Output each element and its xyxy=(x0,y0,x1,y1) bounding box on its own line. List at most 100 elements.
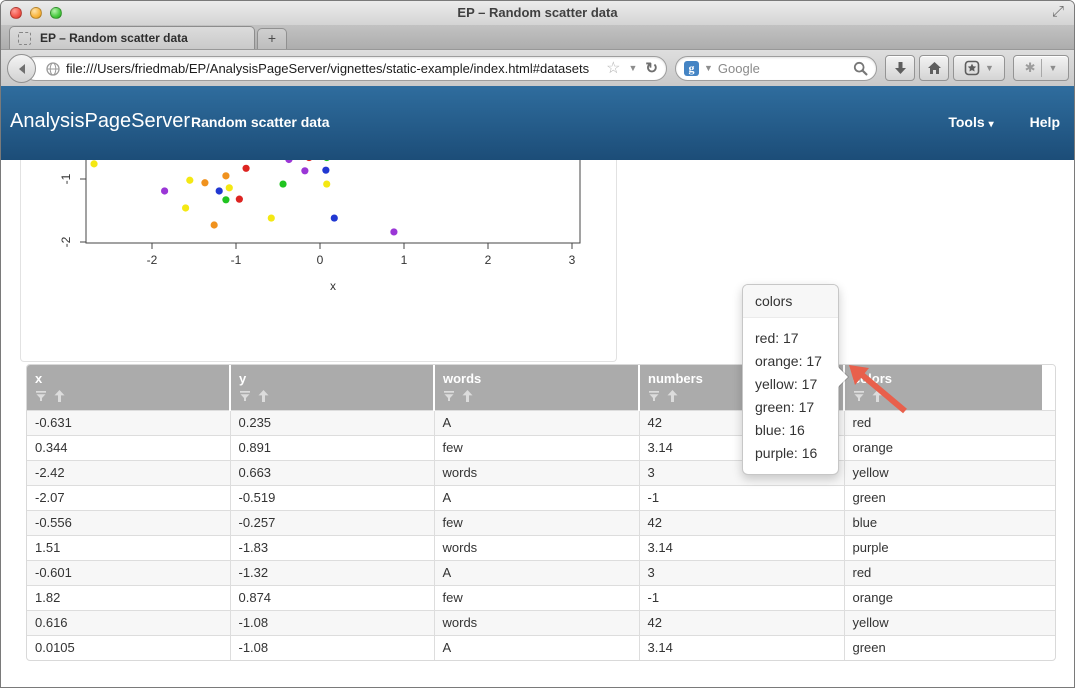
popover-arrow xyxy=(838,367,848,387)
table-row: 0.616-1.08words42yellow xyxy=(27,610,1056,635)
filter-icon[interactable] xyxy=(853,390,865,402)
downloads-button[interactable] xyxy=(885,55,915,81)
back-arrow-icon xyxy=(16,63,28,75)
cell-words: few xyxy=(434,585,639,610)
cell-y: 0.235 xyxy=(230,410,434,435)
table-row: 0.3440.891few3.14orange xyxy=(27,435,1056,460)
sort-icon[interactable] xyxy=(667,390,678,402)
cell-x: 0.0105 xyxy=(27,635,230,660)
cell-x: -0.601 xyxy=(27,560,230,585)
popover-item-yellow: yellow: 17 xyxy=(755,373,826,396)
popover-title: colors xyxy=(743,285,838,318)
sort-icon[interactable] xyxy=(258,390,269,402)
svg-text:3: 3 xyxy=(569,253,576,267)
fullscreen-icon[interactable]: ⤢ xyxy=(1052,3,1064,20)
cell-colors: green xyxy=(844,635,1056,660)
url-bar[interactable]: file:///Users/friedmab/EP/AnalysisPageSe… xyxy=(23,56,667,81)
tools-caret-icon: ▾ xyxy=(989,119,994,130)
cell-words: A xyxy=(434,560,639,585)
addon-icon: ✱ xyxy=(1025,60,1036,76)
cell-x: -2.42 xyxy=(27,460,230,485)
bookmarks-icon xyxy=(964,60,980,76)
reload-icon[interactable]: ↻ xyxy=(645,61,658,76)
google-favicon[interactable]: g xyxy=(684,61,699,76)
cell-colors: yellow xyxy=(844,460,1056,485)
help-link[interactable]: Help xyxy=(1030,114,1060,130)
search-bar[interactable]: g ▼ Google xyxy=(675,56,877,81)
column-header-words[interactable]: words xyxy=(434,365,639,410)
cell-words: words xyxy=(434,460,639,485)
tab-label: EP – Random scatter data xyxy=(40,31,188,45)
browser-window: EP – Random scatter data ⤢ EP – Random s… xyxy=(0,0,1075,688)
search-engine-caret-icon[interactable]: ▼ xyxy=(704,64,713,73)
cell-x: 0.344 xyxy=(27,435,230,460)
cell-x: 0.616 xyxy=(27,610,230,635)
column-header-y[interactable]: y xyxy=(230,365,434,410)
filter-icon[interactable] xyxy=(443,390,455,402)
globe-icon xyxy=(46,62,60,76)
addon-caret-icon[interactable]: ▼ xyxy=(1048,64,1057,73)
tab-favicon-placeholder-icon xyxy=(18,32,31,45)
cell-numbers: -1 xyxy=(639,585,844,610)
tools-menu[interactable]: Tools▾ xyxy=(948,114,993,130)
table-row: -0.601-1.32A3red xyxy=(27,560,1056,585)
svg-text:2: 2 xyxy=(485,253,492,267)
popover-item-purple: purple: 16 xyxy=(755,442,826,465)
new-tab-button[interactable]: + xyxy=(257,28,287,49)
table-row: 1.51-1.83words3.14purple xyxy=(27,535,1056,560)
cell-colors: orange xyxy=(844,435,1056,460)
download-icon xyxy=(894,61,907,75)
cell-y: -1.32 xyxy=(230,560,434,585)
table-row: 0.0105-1.08A3.14green xyxy=(27,635,1056,660)
tab-bar: EP – Random scatter data + xyxy=(1,25,1074,49)
brand-link[interactable]: AnalysisPageServer xyxy=(10,110,190,133)
svg-text:x: x xyxy=(330,279,336,293)
table-row: -2.07-0.519A-1green xyxy=(27,485,1056,510)
cell-y: -0.257 xyxy=(230,510,434,535)
popover-item-blue: blue: 16 xyxy=(755,419,826,442)
colors-popover: colors red: 17orange: 17yellow: 17green:… xyxy=(742,284,839,475)
column-label: x xyxy=(35,371,229,386)
cell-numbers: -1 xyxy=(639,485,844,510)
scatter-plot-panel: -2-10123-1-2x xyxy=(20,160,617,362)
cell-words: A xyxy=(434,635,639,660)
bookmark-star-icon[interactable]: ☆ xyxy=(606,61,620,77)
column-header-x[interactable]: x xyxy=(27,365,230,410)
popover-item-orange: orange: 17 xyxy=(755,350,826,373)
sort-icon[interactable] xyxy=(872,390,883,402)
cell-x: -2.07 xyxy=(27,485,230,510)
addon-button[interactable]: ✱ ▼ xyxy=(1013,55,1069,81)
column-header-colors[interactable]: colors xyxy=(844,365,1042,410)
app-navbar: AnalysisPageServer Random scatter data T… xyxy=(1,86,1074,160)
filter-icon[interactable] xyxy=(239,390,251,402)
cell-words: A xyxy=(434,485,639,510)
column-label: colors xyxy=(853,371,1042,386)
data-table: xywordsnumberscolors -0.6310.235A42red0.… xyxy=(26,364,1056,661)
column-label: y xyxy=(239,371,433,386)
svg-text:-1: -1 xyxy=(59,173,73,184)
cell-numbers: 42 xyxy=(639,510,844,535)
filter-icon[interactable] xyxy=(648,390,660,402)
cell-y: -1.08 xyxy=(230,610,434,635)
bookmarks-menu-button[interactable]: ▼ xyxy=(953,55,1005,81)
url-dropdown-caret-icon[interactable]: ▼ xyxy=(629,64,638,73)
filter-icon[interactable] xyxy=(35,390,47,402)
tab-ep-random-scatter-data[interactable]: EP – Random scatter data xyxy=(9,26,255,49)
search-icon[interactable] xyxy=(853,61,868,76)
cell-numbers: 3 xyxy=(639,560,844,585)
bookmarks-caret-icon: ▼ xyxy=(985,64,994,73)
sort-icon[interactable] xyxy=(462,390,473,402)
table-body: -0.6310.235A42red0.3440.891few3.14orange… xyxy=(27,410,1056,660)
cell-y: 0.874 xyxy=(230,585,434,610)
back-button[interactable] xyxy=(7,54,36,83)
cell-x: 1.51 xyxy=(27,535,230,560)
sort-icon[interactable] xyxy=(54,390,65,402)
button-divider xyxy=(1041,59,1042,77)
titlebar: EP – Random scatter data ⤢ xyxy=(1,1,1074,25)
home-button[interactable] xyxy=(919,55,949,81)
cell-y: -0.519 xyxy=(230,485,434,510)
svg-text:-1: -1 xyxy=(231,253,242,267)
cell-colors: yellow xyxy=(844,610,1056,635)
nav-item-random-scatter-data[interactable]: Random scatter data xyxy=(191,114,329,130)
table-row: -2.420.663words3yellow xyxy=(27,460,1056,485)
